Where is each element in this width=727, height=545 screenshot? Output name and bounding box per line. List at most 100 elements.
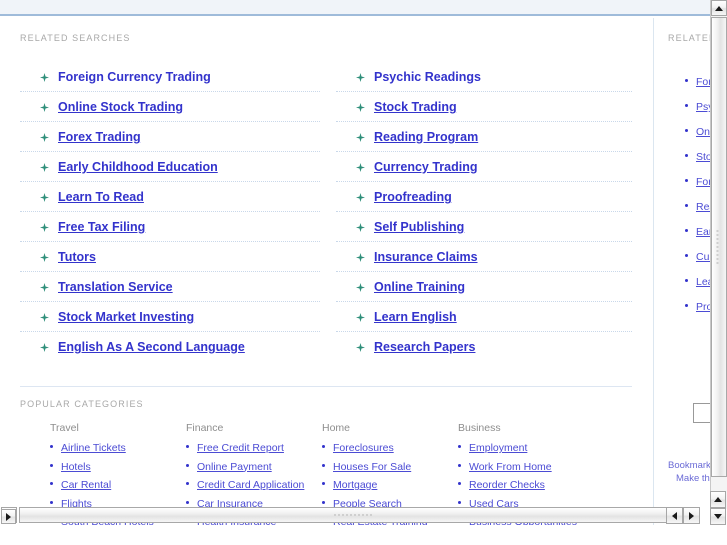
set-homepage-link[interactable]: Make this: [668, 472, 710, 485]
list-item[interactable]: Hotels: [50, 459, 178, 474]
related-search-link[interactable]: Reading Program: [374, 130, 478, 144]
list-item[interactable]: Reading Program: [685, 193, 710, 218]
search-box[interactable]: [693, 403, 710, 424]
list-item[interactable]: Online Payment: [186, 459, 314, 474]
list-item[interactable]: Psychic Readings: [685, 93, 710, 118]
related-search-link[interactable]: Stock Trading: [374, 100, 457, 114]
related-search-item[interactable]: Research Papers: [336, 332, 632, 361]
list-item[interactable]: Airline Tickets: [50, 440, 178, 455]
related-search-link[interactable]: Forex Trading: [58, 130, 141, 144]
list-item[interactable]: Proofreading: [685, 293, 710, 318]
related-search-link[interactable]: Research Papers: [374, 340, 475, 354]
list-item[interactable]: Free Credit Report: [186, 440, 314, 455]
horizontal-scroll-next-button[interactable]: [683, 507, 700, 524]
horizontal-scrollbar-thumb[interactable]: [19, 507, 687, 523]
bookmark-link[interactable]: Bookmark: [668, 459, 710, 472]
related-search-item[interactable]: Stock Market Investing: [20, 302, 320, 332]
related-search-link[interactable]: Learn English: [374, 310, 457, 324]
list-item[interactable]: Foreclosures: [322, 440, 450, 455]
related-search-link[interactable]: Foreign Currency Trading: [58, 70, 211, 84]
category-link[interactable]: Foreclosures: [333, 442, 394, 454]
related-search-link[interactable]: Free Tax Filing: [58, 220, 145, 234]
list-item[interactable]: Mortgage: [322, 477, 450, 492]
related-search-link[interactable]: Online Stock Trading: [58, 100, 183, 114]
related-search-item[interactable]: Translation Service: [20, 272, 320, 302]
list-item[interactable]: Early Childhood Education: [685, 218, 710, 243]
related-search-link[interactable]: Online Training: [374, 280, 465, 294]
list-item[interactable]: Online Stock Trading: [685, 118, 710, 143]
corner-resize-button[interactable]: [1, 509, 16, 524]
rail-link[interactable]: Foreign Currency Trading: [696, 76, 710, 88]
list-item[interactable]: Employment: [458, 440, 586, 455]
list-item[interactable]: Foreign Currency Trading: [685, 68, 710, 93]
related-search-item[interactable]: Psychic Readings: [336, 62, 632, 92]
category-link[interactable]: Mortgage: [333, 479, 377, 491]
category-link[interactable]: Employment: [469, 442, 527, 454]
vertical-scroll-up-button[interactable]: [711, 0, 727, 16]
category-link[interactable]: Work From Home: [469, 461, 552, 473]
list-item[interactable]: Learn To Read: [685, 268, 710, 293]
related-search-item[interactable]: Online Stock Trading: [20, 92, 320, 122]
related-search-item[interactable]: Online Training: [336, 272, 632, 302]
list-item[interactable]: Credit Card Application: [186, 477, 314, 492]
related-search-item[interactable]: Insurance Claims: [336, 242, 632, 272]
rail-link[interactable]: Psychic Readings: [696, 101, 710, 113]
list-item[interactable]: Work From Home: [458, 459, 586, 474]
related-search-link[interactable]: Psychic Readings: [374, 70, 481, 84]
related-search-item[interactable]: Learn English: [336, 302, 632, 332]
related-search-link[interactable]: English As A Second Language: [58, 340, 245, 354]
related-search-link[interactable]: Stock Market Investing: [58, 310, 194, 324]
list-item[interactable]: Currency Trading: [685, 243, 710, 268]
category-link[interactable]: Reorder Checks: [469, 479, 545, 491]
category-link[interactable]: Car Rental: [61, 479, 111, 491]
rail-link[interactable]: Learn To Read: [696, 276, 710, 288]
related-search-item[interactable]: Early Childhood Education: [20, 152, 320, 182]
horizontal-scroll-button-pair[interactable]: [666, 507, 700, 524]
category-link[interactable]: Airline Tickets: [61, 442, 126, 454]
related-search-item[interactable]: Currency Trading: [336, 152, 632, 182]
related-search-link[interactable]: Translation Service: [58, 280, 173, 294]
related-search-item[interactable]: Free Tax Filing: [20, 212, 320, 242]
category-link[interactable]: Free Credit Report: [197, 442, 284, 454]
vertical-scroll-up-button-2[interactable]: [710, 491, 726, 508]
related-search-item[interactable]: Learn To Read: [20, 182, 320, 212]
related-search-item[interactable]: Self Publishing: [336, 212, 632, 242]
related-search-item[interactable]: Foreign Currency Trading: [20, 62, 320, 92]
vertical-scrollbar[interactable]: [710, 0, 727, 509]
rail-link[interactable]: Early Childhood Education: [696, 226, 710, 238]
list-item[interactable]: Stock Trading: [685, 143, 710, 168]
vertical-scroll-down-button[interactable]: [710, 508, 726, 525]
list-item[interactable]: Houses For Sale: [322, 459, 450, 474]
category-link[interactable]: Hotels: [61, 461, 91, 473]
related-search-item[interactable]: Stock Trading: [336, 92, 632, 122]
rail-link[interactable]: Forex Trading: [696, 176, 710, 188]
related-search-item[interactable]: Proofreading: [336, 182, 632, 212]
related-search-link[interactable]: Learn To Read: [58, 190, 144, 204]
list-item[interactable]: Forex Trading: [685, 168, 710, 193]
related-search-item[interactable]: Forex Trading: [20, 122, 320, 152]
rail-link[interactable]: Proofreading: [696, 301, 710, 313]
horizontal-scrollbar[interactable]: [0, 505, 710, 525]
vertical-scroll-button-pair[interactable]: [710, 491, 726, 525]
category-link[interactable]: Online Payment: [197, 461, 272, 473]
category-link[interactable]: Houses For Sale: [333, 461, 411, 473]
vertical-scrollbar-thumb[interactable]: [711, 17, 727, 477]
rail-link[interactable]: Reading Program: [696, 201, 710, 213]
category-link[interactable]: Credit Card Application: [197, 479, 304, 491]
rail-link[interactable]: Online Stock Trading: [696, 126, 710, 138]
related-search-link[interactable]: Currency Trading: [374, 160, 478, 174]
search-input[interactable]: [694, 405, 710, 424]
related-search-item[interactable]: Reading Program: [336, 122, 632, 152]
related-search-item[interactable]: English As A Second Language: [20, 332, 320, 361]
related-search-link[interactable]: Early Childhood Education: [58, 160, 218, 174]
related-search-link[interactable]: Insurance Claims: [374, 250, 478, 264]
related-search-link[interactable]: Tutors: [58, 250, 96, 264]
rail-link[interactable]: Currency Trading: [696, 251, 710, 263]
related-search-item[interactable]: Tutors: [20, 242, 320, 272]
rail-link[interactable]: Stock Trading: [696, 151, 710, 163]
list-item[interactable]: Car Rental: [50, 477, 178, 492]
list-item[interactable]: Reorder Checks: [458, 477, 586, 492]
horizontal-scroll-prev-button[interactable]: [666, 507, 683, 524]
related-search-link[interactable]: Self Publishing: [374, 220, 464, 234]
related-search-link[interactable]: Proofreading: [374, 190, 452, 204]
